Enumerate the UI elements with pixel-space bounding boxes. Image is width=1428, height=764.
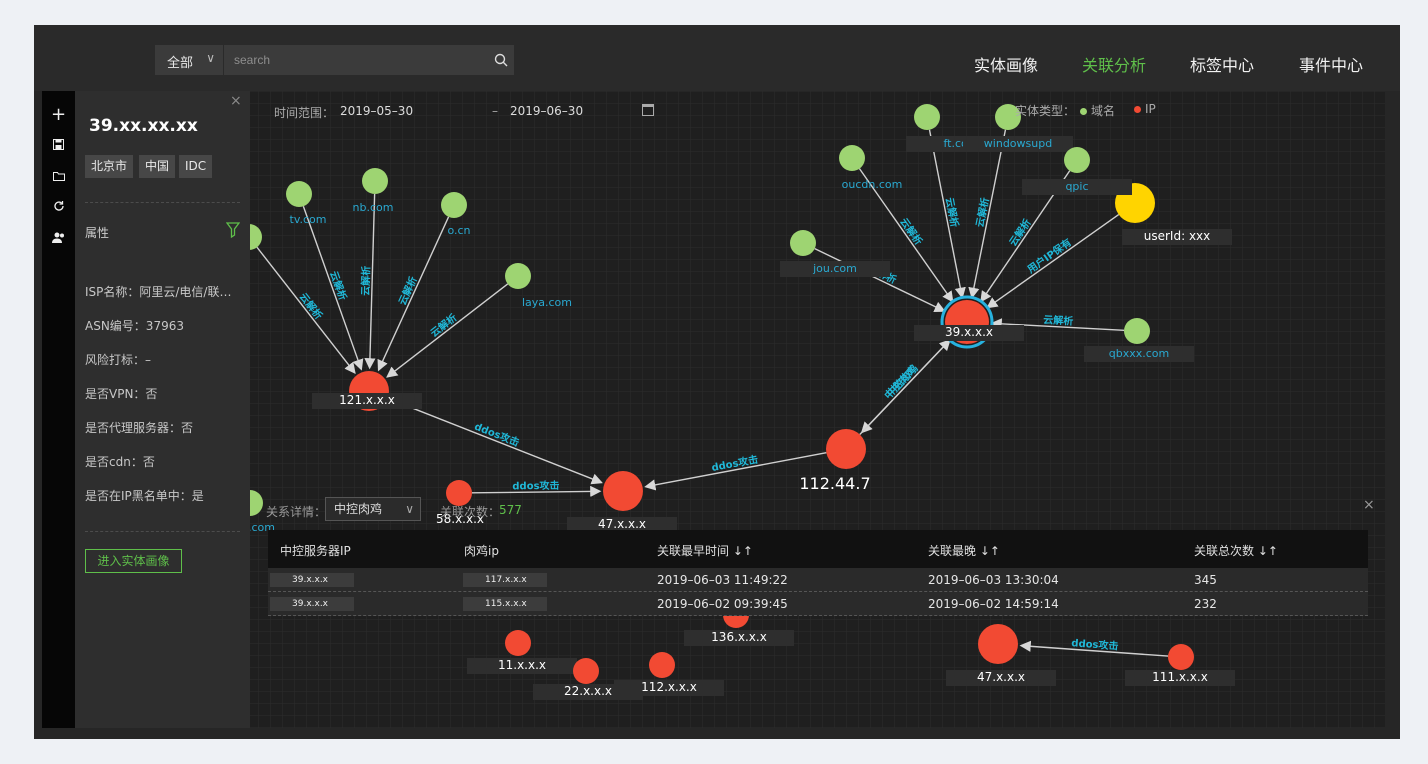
chevron-down-icon: ∨ <box>405 502 414 516</box>
filter-bar: 时间范围： 2019–05–30 – 2019–06–30 实体类型： 域名 I… <box>250 91 1385 131</box>
node-label: o.cn <box>447 224 470 237</box>
col-header-sortable[interactable]: 关联最晚 ↓↑ <box>928 542 1000 559</box>
node-label: qbxxx.com <box>1109 347 1169 360</box>
tag-country: 中国 <box>139 155 176 178</box>
users-icon[interactable] <box>42 227 75 251</box>
nav-tag-center[interactable]: 标签中心 <box>1190 52 1254 76</box>
refresh-icon[interactable] <box>42 196 75 220</box>
domain-node[interactable] <box>790 230 816 256</box>
c2-ip-chip: 39.x.x.x <box>270 597 354 611</box>
col-header-sortable[interactable]: 关联总次数 ↓↑ <box>1194 542 1278 559</box>
relation-detail-panel: 关系详情： 中控肉鸡 ∨ 关联次数： 577 × 中控服务器IP 肉鸡ip 关联最… <box>250 489 1385 728</box>
c2-ip-chip: 39.x.x.x <box>270 573 354 587</box>
entity-type-label: 实体类型： <box>1015 104 1076 118</box>
time-start-field[interactable]: 2019–05–30 <box>340 104 413 118</box>
domain-node[interactable] <box>362 168 388 194</box>
total-count: 232 <box>1194 597 1217 611</box>
attr-risk: 风险打标：– <box>85 353 152 367</box>
node-label: qpic <box>1065 180 1088 193</box>
earliest-time: 2019–06–03 11:49:22 <box>657 573 788 587</box>
save-icon[interactable] <box>42 134 75 158</box>
tag-city: 北京市 <box>85 155 134 178</box>
time-end-field[interactable]: 2019–06–30 <box>510 104 583 118</box>
domain-node[interactable] <box>1124 318 1150 344</box>
total-count: 345 <box>1194 573 1217 587</box>
bot-ip-chip: 117.x.x.x <box>463 573 547 587</box>
scope-value: 全部 <box>167 56 194 71</box>
col-header-sortable[interactable]: 关联最早时间 ↓↑ <box>657 542 753 559</box>
close-icon[interactable]: × <box>1363 497 1375 513</box>
count-label: 关联次数： <box>440 505 501 519</box>
time-separator: – <box>492 104 498 118</box>
attr-cdn: 是否cdn：否 <box>85 455 155 469</box>
node-label: laya.com <box>522 296 572 309</box>
attr-isp: ISP名称：阿里云/电信/联… <box>85 285 232 299</box>
app-window: 全部 ∨ 实体画像 关联分析 标签中心 事件中心 云解析云解析云解析云解析云解析云… <box>34 25 1400 739</box>
node-label: nb.com <box>353 201 394 214</box>
left-toolbar: + <box>42 91 75 728</box>
analysis-stage: 云解析云解析云解析云解析云解析云解析云解析云解析云解析云解析云解析用户IP保有d… <box>42 91 1385 728</box>
relation-label: 关系详情： <box>266 505 327 519</box>
node-label: tv.com <box>290 213 327 226</box>
legend-domain-label: 域名 <box>1091 104 1116 118</box>
table-row[interactable]: 39.x.x.x 117.x.x.x 2019–06–03 11:49:22 2… <box>268 568 1368 592</box>
close-icon[interactable]: × <box>230 93 242 109</box>
legend-ip[interactable]: IP <box>1134 102 1156 116</box>
filter-icon[interactable] <box>226 222 240 238</box>
node-label: 121.x.x.x <box>339 393 395 407</box>
attributes-title: 属性 <box>85 226 110 240</box>
attr-vpn: 是否VPN：否 <box>85 387 158 401</box>
nav-association-analysis[interactable]: 关联分析 <box>1082 52 1146 76</box>
earliest-time: 2019–06–02 09:39:45 <box>657 597 788 611</box>
col-header: 肉鸡ip <box>464 544 499 558</box>
latest-time: 2019–06–02 14:59:14 <box>928 597 1059 611</box>
enter-entity-profile-button[interactable]: 进入实体画像 <box>85 549 182 573</box>
divider <box>85 531 240 532</box>
legend-domain[interactable]: 域名 <box>1080 102 1115 119</box>
edge-label: 云解析 <box>359 266 373 296</box>
attr-proxy: 是否代理服务器：否 <box>85 421 194 435</box>
tag-idc: IDC <box>179 155 213 178</box>
legend-ip-label: IP <box>1145 102 1156 116</box>
plus-icon[interactable]: + <box>42 103 75 127</box>
ip-node[interactable] <box>826 429 866 469</box>
scope-select[interactable]: 全部 ∨ <box>155 45 223 75</box>
node-label: windowsupd <box>984 137 1052 150</box>
node-label: userId: xxx <box>1144 229 1211 243</box>
node-label: 39.x.x.x <box>945 325 993 339</box>
nav-event-center[interactable]: 事件中心 <box>1299 52 1363 76</box>
relation-value: 中控肉鸡 <box>334 502 383 516</box>
table-row[interactable]: 39.x.x.x 115.x.x.x 2019–06–02 09:39:45 2… <box>268 592 1368 616</box>
nav-entity-profile[interactable]: 实体画像 <box>974 52 1038 76</box>
domain-dot-icon <box>1080 108 1087 115</box>
ip-dot-icon <box>1134 106 1141 113</box>
attr-asn: ASN编号：37963 <box>85 319 184 333</box>
time-range-label: 时间范围： <box>274 106 335 120</box>
node-label: jou.com <box>812 262 857 275</box>
domain-node[interactable] <box>505 263 531 289</box>
count-value: 577 <box>499 503 522 517</box>
domain-node[interactable] <box>286 181 312 207</box>
node-label: oucdn.com <box>842 178 903 191</box>
entity-title: 39.xx.xx.xx <box>89 116 198 136</box>
folder-icon[interactable] <box>42 165 75 189</box>
latest-time: 2019–06–03 13:30:04 <box>928 573 1059 587</box>
domain-node[interactable] <box>1064 147 1090 173</box>
search-input[interactable] <box>224 45 514 75</box>
search-icon[interactable] <box>493 52 509 68</box>
calendar-icon[interactable] <box>642 104 654 116</box>
col-header: 中控服务器IP <box>280 544 351 558</box>
top-bar: 全部 ∨ 实体画像 关联分析 标签中心 事件中心 <box>34 25 1400 91</box>
bot-ip-chip: 115.x.x.x <box>463 597 547 611</box>
table-header: 中控服务器IP 肉鸡ip 关联最早时间 ↓↑ 关联最晚 ↓↑ 关联总次数 ↓↑ <box>268 530 1368 568</box>
attr-blacklist: 是否在IP黑名单中：是 <box>85 489 204 503</box>
domain-node[interactable] <box>441 192 467 218</box>
divider <box>85 202 240 203</box>
entity-detail-panel: × 39.xx.xx.xx 北京市 中国 IDC 属性 ISP名称：阿里云/电信… <box>75 91 250 728</box>
domain-node[interactable] <box>839 145 865 171</box>
relation-select[interactable]: 中控肉鸡 ∨ <box>325 497 421 521</box>
chevron-down-icon: ∨ <box>206 51 215 65</box>
